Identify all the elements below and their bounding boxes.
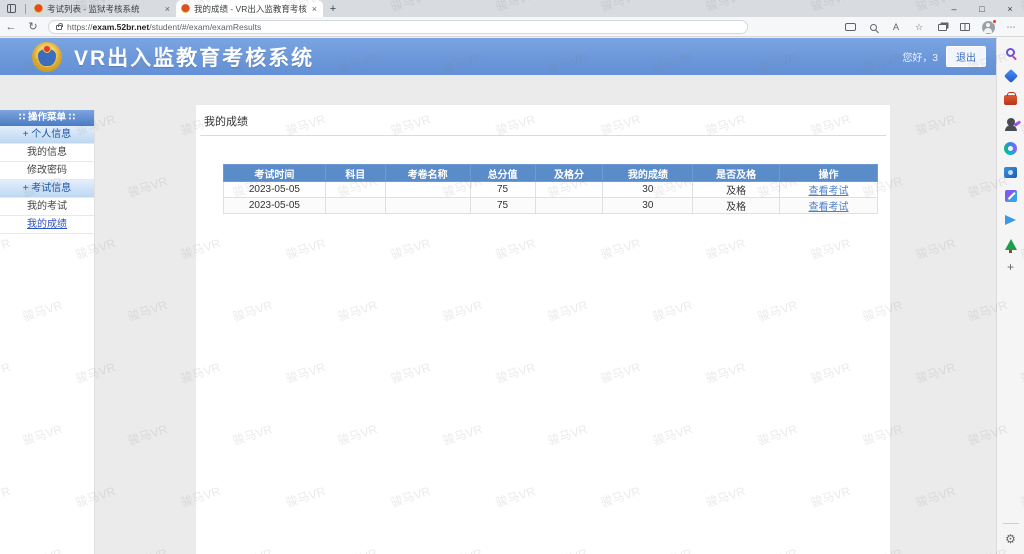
cell-total-score: 75 — [470, 198, 535, 214]
cell-paper-name — [385, 198, 470, 214]
col-total-score: 总分值 — [470, 165, 535, 182]
view-exam-link[interactable]: 查看考试 — [809, 186, 849, 197]
cell-my-score: 30 — [603, 182, 693, 198]
police-badge-logo — [32, 42, 62, 72]
browser-tab-bar: 考试列表 - 监狱考核系统 × 我的成绩 - VR出入监教育考核系... × +… — [0, 0, 1024, 17]
cell-subject — [325, 198, 385, 214]
minimize-button[interactable]: – — [940, 0, 968, 17]
cell-exam-time: 2023-05-05 — [224, 182, 326, 198]
split-screen-icon[interactable] — [958, 20, 972, 34]
maximize-button[interactable]: □ — [968, 0, 996, 17]
url-prefix: https:// — [67, 22, 93, 32]
more-options-icon[interactable]: ⋯ — [1004, 20, 1018, 34]
tree-icon[interactable] — [1003, 236, 1019, 252]
tab-actions-icon — [7, 4, 16, 13]
favorites-star-icon[interactable]: ☆ — [912, 20, 926, 34]
tab-title: 我的成绩 - VR出入监教育考核系... — [194, 3, 307, 15]
add-sidebar-app-button[interactable]: + — [1007, 260, 1014, 274]
cell-passing-score — [535, 182, 603, 198]
cell-pass-status: 及格 — [693, 198, 780, 214]
cell-paper-name — [385, 182, 470, 198]
notes-icon[interactable] — [1003, 188, 1019, 204]
cell-exam-time: 2023-05-05 — [224, 198, 326, 214]
site-info-lock-icon[interactable] — [56, 25, 62, 30]
menu-title: ∷ 操作菜单 ∷ — [0, 110, 94, 126]
sidebar-search-icon[interactable] — [1003, 44, 1019, 60]
cell-total-score: 75 — [470, 182, 535, 198]
tools-icon[interactable] — [1003, 92, 1019, 108]
close-button[interactable]: × — [996, 0, 1024, 17]
site-favicon — [181, 4, 190, 13]
col-paper-name: 考卷名称 — [385, 165, 470, 182]
read-aloud-icon[interactable]: A — [889, 20, 903, 34]
toolbar-icons: A ☆ ⋯ — [843, 17, 1018, 37]
collections-icon[interactable] — [935, 20, 949, 34]
edge-sidebar: + ⚙ — [996, 37, 1024, 554]
notification-dot — [992, 19, 997, 24]
tab-close-icon[interactable]: × — [164, 4, 171, 14]
col-exam-time: 考试时间 — [224, 165, 326, 182]
cell-passing-score — [535, 198, 603, 214]
header-user-area: 您好，3 退出 — [902, 38, 986, 75]
page-body: ∷ 操作菜单 ∷ + 个人信息 我的信息 修改密码 + 考试信息 我的考试 我的… — [0, 75, 996, 554]
web-capture-icon[interactable] — [843, 20, 857, 34]
tab-title: 考试列表 - 监狱考核系统 — [47, 3, 160, 15]
cell-actions: 查看考试 — [780, 198, 878, 214]
page-title: 我的成绩 — [196, 105, 890, 129]
content-panel: 我的成绩 考试时间 科目 考卷名称 总分值 及格分 — [196, 105, 890, 554]
sidebar-group-exam-info[interactable]: + 考试信息 — [0, 180, 94, 198]
profile-avatar[interactable] — [981, 20, 995, 34]
person-edit-icon[interactable] — [1003, 116, 1019, 132]
sidebar-group-personal-info[interactable]: + 个人信息 — [0, 126, 94, 144]
screen: 考试列表 - 监狱考核系统 × 我的成绩 - VR出入监教育考核系... × +… — [0, 0, 1024, 554]
shopping-icon[interactable] — [1003, 68, 1019, 84]
sidebar-item-my-exams[interactable]: 我的考试 — [0, 198, 94, 216]
view-exam-link[interactable]: 查看考试 — [809, 202, 849, 213]
sidebar-item-my-scores[interactable]: 我的成绩 — [0, 216, 94, 234]
url-path: /student/#/exam/examResults — [149, 22, 261, 32]
browser-tab-exam-list[interactable]: 考试列表 - 监狱考核系统 × — [29, 0, 176, 17]
title-divider — [200, 135, 886, 136]
games-icon[interactable] — [1003, 140, 1019, 156]
logout-button[interactable]: 退出 — [946, 46, 986, 67]
search-icon[interactable] — [866, 20, 880, 34]
browser-tab-my-scores[interactable]: 我的成绩 - VR出入监教育考核系... × — [176, 0, 323, 17]
browser-toolbar: ← ↻ https://exam.52br.net/student/#/exam… — [0, 17, 1024, 37]
tab-actions-button[interactable] — [0, 0, 22, 17]
send-icon[interactable] — [1003, 212, 1019, 228]
tab-close-icon[interactable]: × — [311, 4, 318, 14]
image-icon[interactable] — [1003, 164, 1019, 180]
results-table: 考试时间 科目 考卷名称 总分值 及格分 我的成绩 是否及格 操作 2023-0 — [223, 164, 878, 214]
col-my-score: 我的成绩 — [603, 165, 693, 182]
col-passing-score: 及格分 — [535, 165, 603, 182]
cell-pass-status: 及格 — [693, 182, 780, 198]
user-greeting: 您好，3 — [902, 49, 938, 64]
web-page: VR出入监教育考核系统 您好，3 退出 ∷ 操作菜单 ∷ + 个人信息 我的信息… — [0, 38, 996, 554]
col-subject: 科目 — [325, 165, 385, 182]
app-title: VR出入监教育考核系统 — [74, 42, 314, 72]
settings-gear-icon[interactable]: ⚙ — [1005, 532, 1016, 546]
table-row: 2023-05-05 75 30 及格 查看考试 — [224, 182, 878, 198]
sidebar-menu: ∷ 操作菜单 ∷ + 个人信息 我的信息 修改密码 + 考试信息 我的考试 我的… — [0, 110, 95, 554]
tab-divider — [25, 4, 26, 14]
url-text: https://exam.52br.net/student/#/exam/exa… — [67, 22, 261, 32]
cell-subject — [325, 182, 385, 198]
app-header: VR出入监教育考核系统 您好，3 退出 — [0, 38, 996, 75]
url-domain: exam.52br.net — [93, 22, 150, 32]
cell-my-score: 30 — [603, 198, 693, 214]
address-bar[interactable]: https://exam.52br.net/student/#/exam/exa… — [48, 20, 748, 34]
col-pass-status: 是否及格 — [693, 165, 780, 182]
cell-actions: 查看考试 — [780, 182, 878, 198]
table-header-row: 考试时间 科目 考卷名称 总分值 及格分 我的成绩 是否及格 操作 — [224, 165, 878, 182]
col-actions: 操作 — [780, 165, 878, 182]
site-favicon — [34, 4, 43, 13]
sidebar-divider — [1003, 523, 1019, 524]
refresh-button[interactable]: ↻ — [22, 20, 44, 33]
back-button[interactable]: ← — [0, 21, 22, 33]
sidebar-item-my-info[interactable]: 我的信息 — [0, 144, 94, 162]
window-controls: – □ × — [940, 0, 1024, 17]
table-row: 2023-05-05 75 30 及格 查看考试 — [224, 198, 878, 214]
sidebar-item-change-password[interactable]: 修改密码 — [0, 162, 94, 180]
new-tab-button[interactable]: + — [323, 0, 343, 17]
